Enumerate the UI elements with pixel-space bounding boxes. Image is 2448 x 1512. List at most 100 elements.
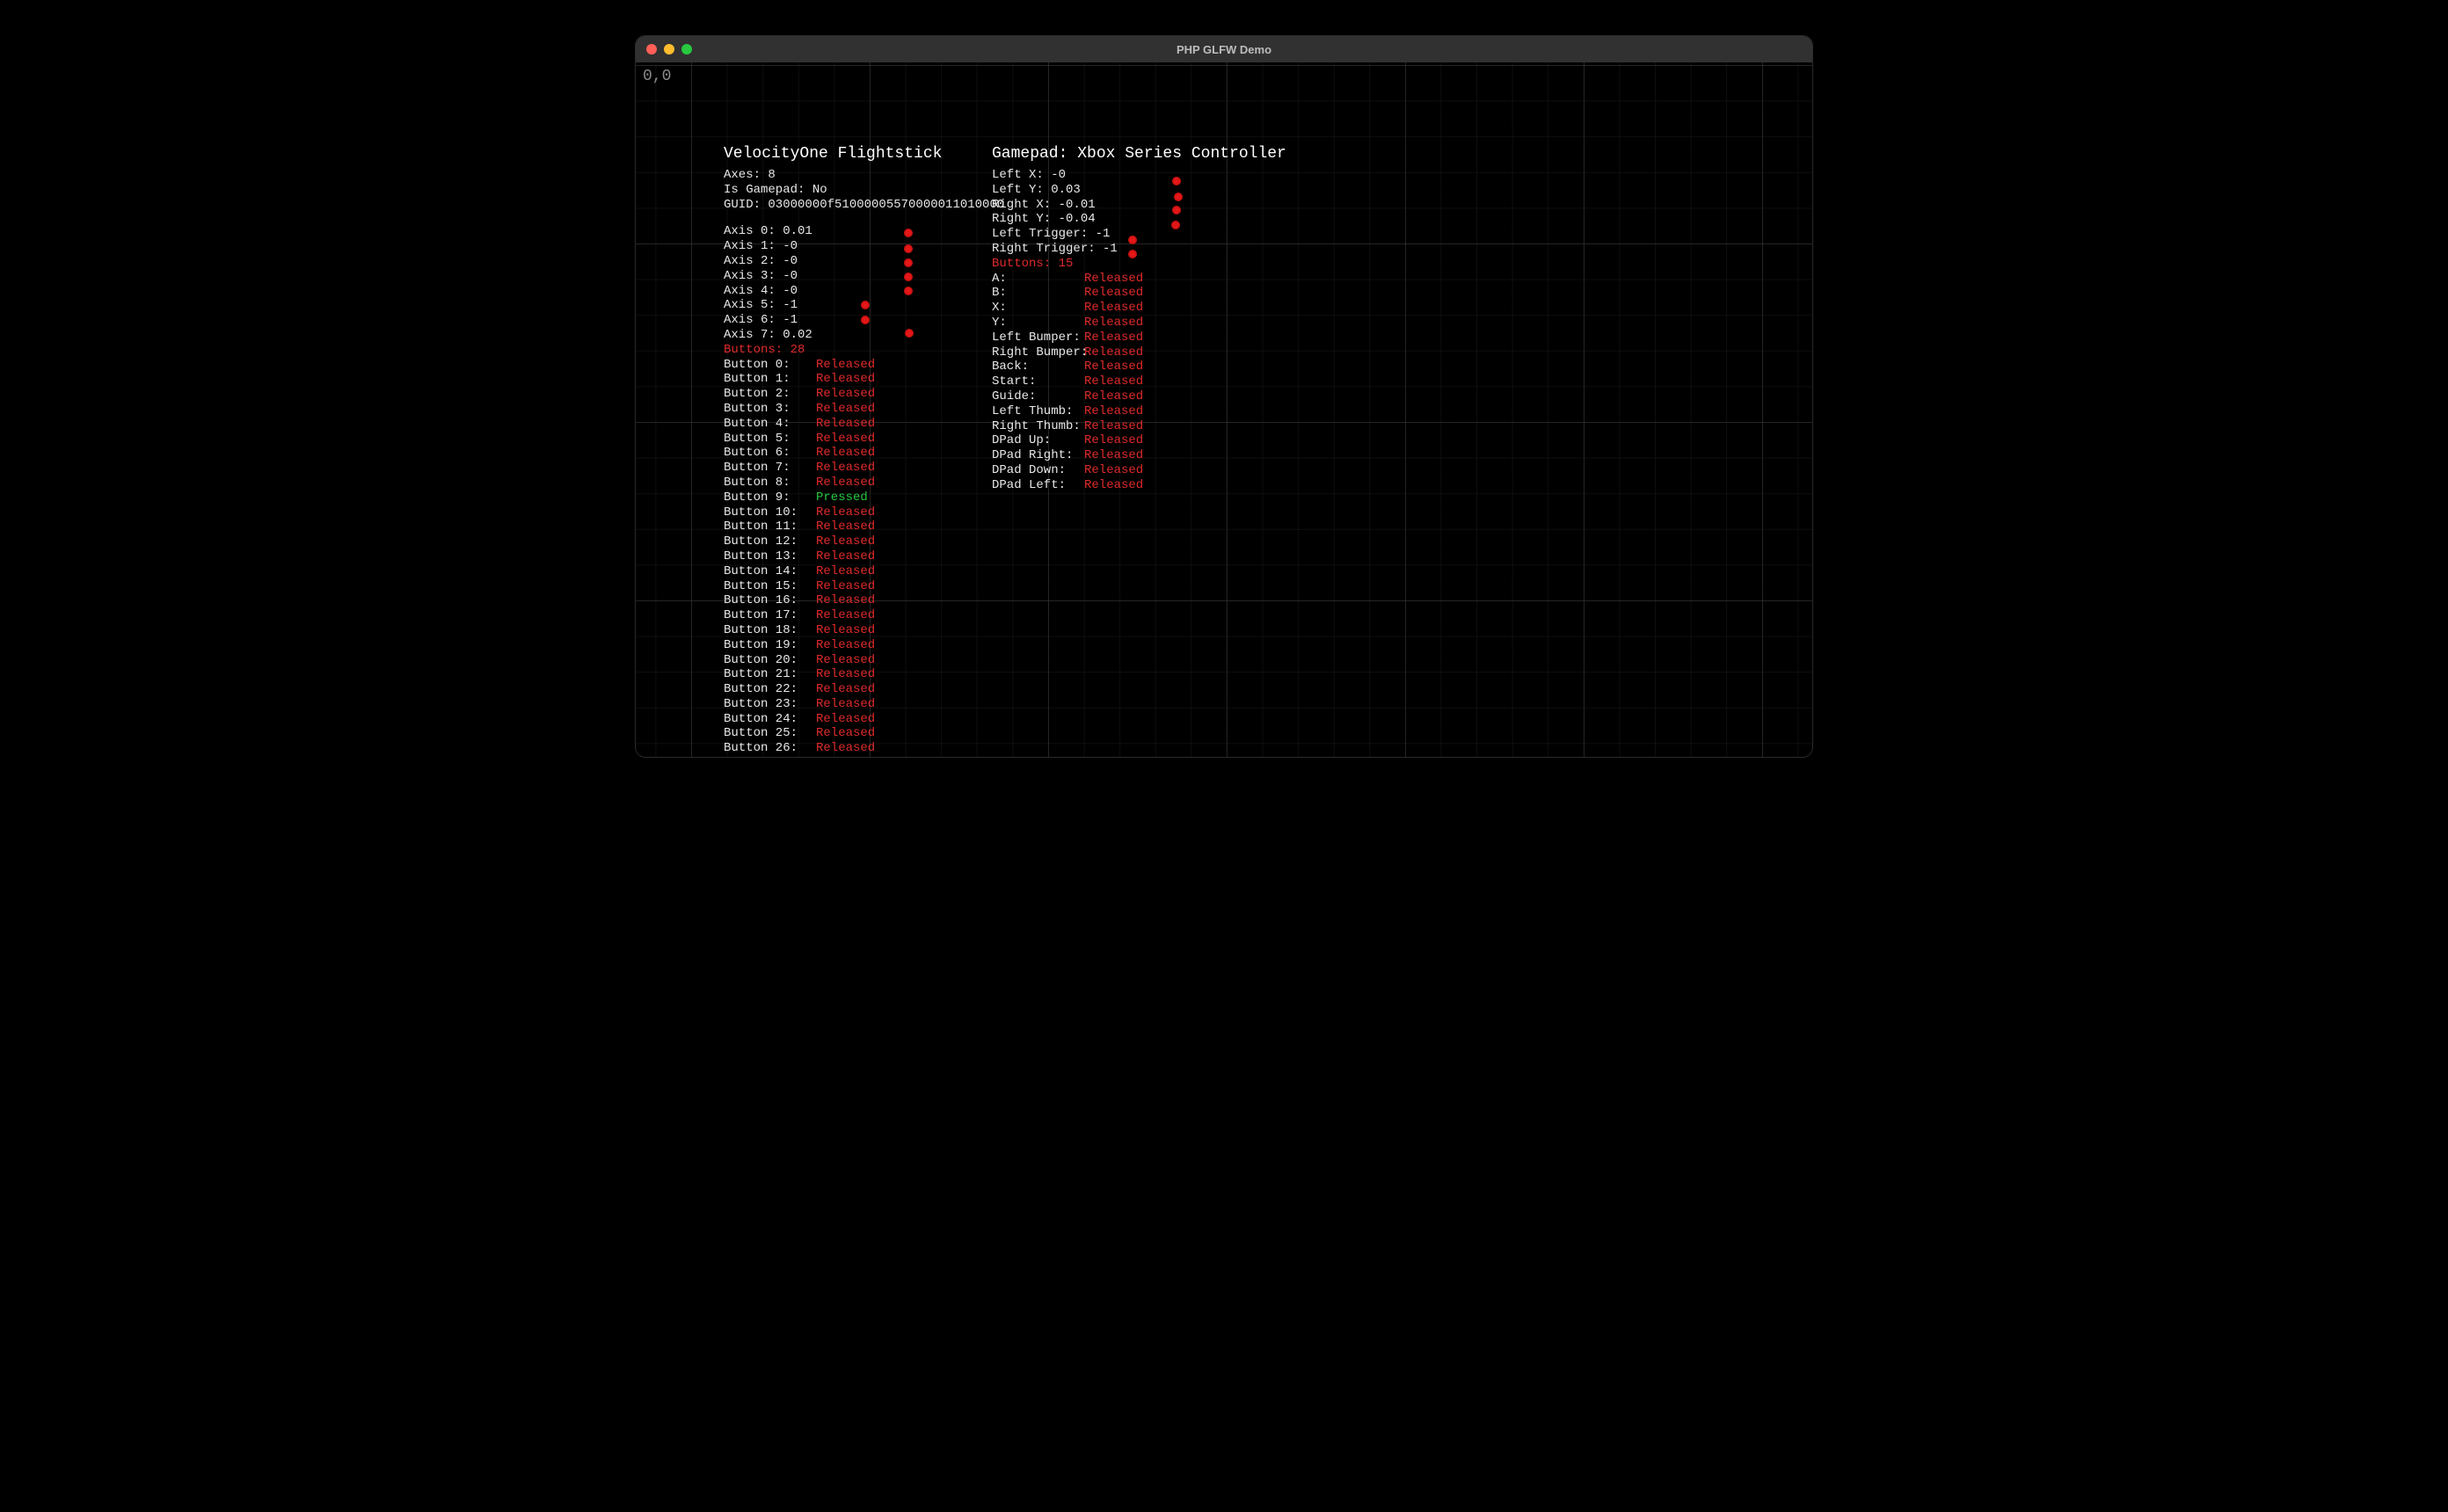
gamepad-button-label: Left Bumper: <box>992 331 1084 345</box>
joystick-button-state: Released <box>816 712 875 727</box>
joystick-button-row: Button 10:Released <box>724 505 1004 520</box>
gamepad-button-state: Released <box>1084 286 1143 301</box>
joystick-button-state: Released <box>816 756 875 757</box>
joystick-button-row: Button 7:Released <box>724 461 1004 476</box>
axis-indicator-dot-icon <box>1171 221 1180 229</box>
joystick-button-row: Button 14:Released <box>724 564 1004 579</box>
gamepad-button-state: Released <box>1084 272 1143 287</box>
gamepad-button-state: Released <box>1084 316 1143 331</box>
joystick-button-state: Released <box>816 417 875 432</box>
joystick-axis-value: Axis 0: 0.01 <box>724 224 1004 239</box>
joystick-button-row: Button 9:Pressed <box>724 491 1004 505</box>
gamepad-button-state: Released <box>1084 463 1143 478</box>
gamepad-button-label: DPad Left: <box>992 478 1084 493</box>
joystick-buttons-list: Button 0:ReleasedButton 1:ReleasedButton… <box>724 358 1004 757</box>
gamepad-button-label: Guide: <box>992 389 1084 404</box>
gamepad-title: Gamepad: Xbox Series Controller <box>992 145 1286 163</box>
joystick-button-label: Button 20: <box>724 653 816 668</box>
gamepad-button-state: Released <box>1084 301 1143 316</box>
joystick-axis-value: Axis 2: -0 <box>724 254 1004 269</box>
joystick-button-state: Released <box>816 358 875 373</box>
gamepad-button-state: Released <box>1084 478 1143 493</box>
joystick-button-label: Button 12: <box>724 534 816 549</box>
joystick-button-label: Button 11: <box>724 520 816 534</box>
joystick-buttons-count: Buttons: 28 <box>724 343 1004 358</box>
joystick-title: VelocityOne Flightstick <box>724 145 1004 163</box>
gamepad-button-state: Released <box>1084 360 1143 374</box>
joystick-axis-value: Axis 1: -0 <box>724 239 1004 254</box>
joystick-button-label: Button 15: <box>724 579 816 594</box>
joystick-button-label: Button 4: <box>724 417 816 432</box>
gamepad-panel: Gamepad: Xbox Series Controller Left X: … <box>992 145 1286 493</box>
gamepad-button-label: Start: <box>992 374 1084 389</box>
gamepad-buttons-list: A:ReleasedB:ReleasedX:ReleasedY:Released… <box>992 272 1286 493</box>
joystick-button-state: Released <box>816 432 875 447</box>
joystick-button-row: Button 15:Released <box>724 579 1004 594</box>
joystick-button-row: Button 0:Released <box>724 358 1004 373</box>
gamepad-button-row: A:Released <box>992 272 1286 287</box>
origin-label: 0,0 <box>643 68 671 85</box>
joystick-button-label: Button 19: <box>724 638 816 653</box>
gamepad-axis-value: Right Y: -0.04 <box>992 212 1286 227</box>
gamepad-button-label: B: <box>992 286 1084 301</box>
joystick-button-row: Button 18:Released <box>724 623 1004 638</box>
axis-indicator-dot-icon <box>861 316 870 324</box>
joystick-button-state: Released <box>816 446 875 461</box>
joystick-button-state: Released <box>816 593 875 608</box>
joystick-button-state: Released <box>816 505 875 520</box>
joystick-button-label: Button 18: <box>724 623 816 638</box>
axis-indicator-dot-icon <box>905 329 914 338</box>
joystick-button-state: Released <box>816 372 875 387</box>
joystick-button-state: Released <box>816 697 875 712</box>
axis-indicator-dot-icon <box>904 273 913 281</box>
joystick-button-label: Button 1: <box>724 372 816 387</box>
joystick-button-row: Button 6:Released <box>724 446 1004 461</box>
window-titlebar[interactable]: PHP GLFW Demo <box>636 36 1812 62</box>
gamepad-button-label: Right Bumper: <box>992 345 1084 360</box>
joystick-button-label: Button 2: <box>724 387 816 402</box>
gamepad-buttons-count: Buttons: 15 <box>992 257 1286 272</box>
joystick-button-state: Released <box>816 638 875 653</box>
gamepad-button-row: DPad Up:Released <box>992 433 1286 448</box>
joystick-button-state: Pressed <box>816 491 868 505</box>
gamepad-button-row: Guide:Released <box>992 389 1286 404</box>
gamepad-axis-value: Left X: -0 <box>992 168 1286 183</box>
joystick-button-label: Button 21: <box>724 667 816 682</box>
joystick-button-row: Button 19:Released <box>724 638 1004 653</box>
gamepad-button-row: DPad Right:Released <box>992 448 1286 463</box>
joystick-button-state: Released <box>816 564 875 579</box>
joystick-button-row: Button 21:Released <box>724 667 1004 682</box>
gamepad-button-row: DPad Down:Released <box>992 463 1286 478</box>
gamepad-button-state: Released <box>1084 345 1143 360</box>
joystick-button-row: Button 25:Released <box>724 726 1004 741</box>
gamepad-button-state: Released <box>1084 419 1143 434</box>
joystick-button-label: Button 5: <box>724 432 816 447</box>
axis-indicator-dot-icon <box>904 287 913 295</box>
gamepad-button-row: Left Bumper:Released <box>992 331 1286 345</box>
axis-indicator-dot-icon <box>904 244 913 253</box>
gamepad-axes-list: Left X: -0Left Y: 0.03Right X: -0.01Righ… <box>992 168 1286 257</box>
gamepad-button-row: Right Bumper:Released <box>992 345 1286 360</box>
joystick-panel: VelocityOne Flightstick Axes: 8 Is Gamep… <box>724 145 1004 757</box>
gamepad-button-state: Released <box>1084 389 1143 404</box>
joystick-button-label: Button 24: <box>724 712 816 727</box>
gamepad-button-row: Right Thumb:Released <box>992 419 1286 434</box>
gamepad-axis-value: Right Trigger: -1 <box>992 242 1286 257</box>
joystick-button-state: Released <box>816 534 875 549</box>
joystick-guid: GUID: 03000000f51000005570000011010000 <box>724 198 1004 213</box>
joystick-button-label: Button 7: <box>724 461 816 476</box>
joystick-button-row: Button 2:Released <box>724 387 1004 402</box>
joystick-button-state: Released <box>816 402 875 417</box>
joystick-button-row: Button 26:Released <box>724 741 1004 756</box>
joystick-button-label: Button 3: <box>724 402 816 417</box>
joystick-button-state: Released <box>816 653 875 668</box>
joystick-button-state: Released <box>816 726 875 741</box>
gamepad-button-label: Left Thumb: <box>992 404 1084 419</box>
joystick-axes-count: Axes: 8 <box>724 168 1004 183</box>
gamepad-button-state: Released <box>1084 374 1143 389</box>
gamepad-axis-value: Left Trigger: -1 <box>992 227 1286 242</box>
joystick-button-state: Released <box>816 608 875 623</box>
joystick-button-row: Button 8:Released <box>724 476 1004 491</box>
gamepad-button-label: DPad Right: <box>992 448 1084 463</box>
gamepad-button-row: Y:Released <box>992 316 1286 331</box>
